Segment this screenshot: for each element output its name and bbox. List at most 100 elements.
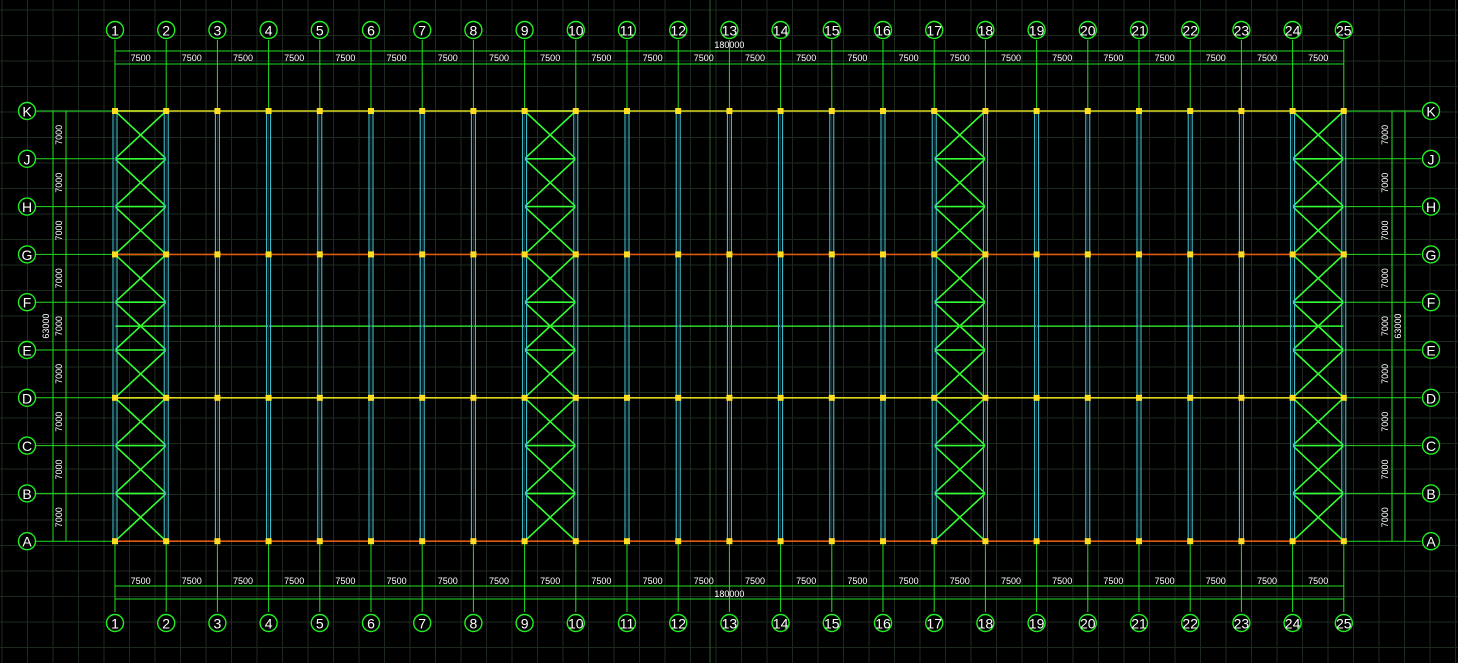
- row-dimension-left: 7000: [54, 459, 64, 479]
- column-node: [265, 108, 272, 114]
- row-axis-bubble-left: B: [22, 486, 31, 502]
- row-dimension-left: 7000: [54, 268, 64, 288]
- column-node: [777, 108, 784, 114]
- column-node: [1084, 251, 1091, 258]
- bay-dimension-top: 7500: [1001, 53, 1021, 63]
- column-node: [1289, 538, 1296, 545]
- row-dimension-right: 7000: [1380, 507, 1390, 527]
- structural-plan-drawing: 7500 7500 7500 7500 7500 7500 7500 7500 7500 7500…: [0, 0, 1458, 663]
- column-node: [1136, 394, 1142, 401]
- row-axis-bubble-right: C: [1426, 438, 1436, 454]
- row-axis-bubble-right: H: [1426, 199, 1436, 215]
- column-node: [316, 108, 323, 114]
- column-node: [214, 538, 221, 545]
- column-node: [419, 108, 426, 114]
- column-axis-bubble-bottom: 23: [1234, 616, 1250, 632]
- bay-dimension-top: 7500: [591, 53, 611, 63]
- total-length-top: 180000: [714, 40, 744, 50]
- column-axis-bubble-top: 13: [722, 23, 738, 39]
- column-node: [572, 108, 579, 114]
- column-node: [1033, 251, 1040, 258]
- column-axis-bubble-bottom: 8: [470, 616, 478, 632]
- row-axis-bubble-right: J: [1428, 151, 1435, 167]
- column-node: [265, 538, 272, 545]
- row-dimension-right: 7000: [1380, 268, 1390, 288]
- row-dimension-left: 7000: [54, 412, 64, 432]
- column-node: [1238, 108, 1245, 114]
- column-node: [828, 538, 835, 545]
- column-node: [1084, 394, 1091, 401]
- column-node: [880, 394, 886, 401]
- column-node: [880, 538, 886, 545]
- column-axis-bubble-bottom: 17: [926, 616, 942, 632]
- column-node: [828, 251, 835, 258]
- column-node: [624, 251, 630, 258]
- column-node: [214, 108, 221, 114]
- bay-dimension-bottom: 7500: [1257, 576, 1277, 586]
- column-node: [982, 394, 989, 401]
- column-node: [1187, 251, 1194, 258]
- row-axis-bubble-left: A: [22, 534, 32, 550]
- column-axis-bubble-top: 23: [1234, 23, 1250, 39]
- column-node: [265, 251, 272, 258]
- bay-dimension-top: 7500: [950, 53, 970, 63]
- column-axis-bubble-top: 20: [1080, 23, 1096, 39]
- column-node: [1187, 108, 1194, 114]
- bay-dimension-bottom: 7500: [387, 576, 407, 586]
- bay-dimension-bottom: 7500: [694, 576, 714, 586]
- bay-dimension-bottom: 7500: [1155, 576, 1175, 586]
- bay-dimension-top: 7500: [438, 53, 458, 63]
- bay-dimension-top: 7500: [284, 53, 304, 63]
- column-axis-bubble-top: 5: [316, 23, 324, 39]
- row-dimension-right: 7000: [1380, 364, 1390, 384]
- column-axis-bubble-bottom: 19: [1029, 616, 1045, 632]
- column-node: [419, 251, 426, 258]
- total-width-right: 63000: [1393, 314, 1403, 339]
- column-node: [1238, 251, 1245, 258]
- column-node: [214, 394, 221, 401]
- row-axis-bubble-left: C: [22, 438, 32, 454]
- column-node: [1289, 394, 1296, 401]
- row-dimension-left: 7000: [54, 507, 64, 527]
- column-axis-bubble-top: 16: [875, 23, 891, 39]
- column-node: [726, 108, 733, 114]
- column-node: [572, 251, 579, 258]
- column-node: [572, 538, 579, 545]
- bay-dimension-top: 7500: [899, 53, 919, 63]
- column-node: [368, 108, 374, 114]
- column-axis-bubble-top: 3: [214, 23, 222, 39]
- column-node: [316, 394, 323, 401]
- bay-dimension-bottom: 7500: [182, 576, 202, 586]
- column-node: [1340, 108, 1347, 114]
- column-axis-bubble-bottom: 20: [1080, 616, 1096, 632]
- column-axis-bubble-top: 9: [521, 23, 529, 39]
- column-node: [931, 538, 938, 545]
- bay-dimension-top: 7500: [1308, 53, 1328, 63]
- column-node: [982, 251, 989, 258]
- row-dimension-right: 7000: [1380, 220, 1390, 240]
- bay-dimension-top: 7500: [1052, 53, 1072, 63]
- column-axis-bubble-bottom: 3: [214, 616, 222, 632]
- row-axis-bubble-left: G: [22, 247, 33, 263]
- column-axis-bubble-top: 2: [162, 23, 170, 39]
- bay-dimension-top: 7500: [796, 53, 816, 63]
- column-node: [470, 394, 477, 401]
- column-node: [777, 538, 784, 545]
- column-axis-bubble-bottom: 5: [316, 616, 324, 632]
- column-axis-bubble-top: 1: [111, 23, 119, 39]
- column-axis-bubble-top: 15: [824, 23, 840, 39]
- bay-dimension-top: 7500: [847, 53, 867, 63]
- column-node: [777, 394, 784, 401]
- column-node: [368, 538, 374, 545]
- column-node: [163, 108, 170, 114]
- bay-dimension-top: 7500: [489, 53, 509, 63]
- bay-dimension-bottom: 7500: [643, 576, 663, 586]
- column-node: [470, 251, 477, 258]
- row-dimension-left: 7000: [54, 364, 64, 384]
- bay-dimension-bottom: 7500: [1308, 576, 1328, 586]
- column-node: [624, 394, 630, 401]
- column-axis-bubble-top: 22: [1182, 23, 1198, 39]
- bay-dimension-bottom: 7500: [899, 576, 919, 586]
- bay-dimension-bottom: 7500: [950, 576, 970, 586]
- column-axis-bubble-bottom: 2: [162, 616, 170, 632]
